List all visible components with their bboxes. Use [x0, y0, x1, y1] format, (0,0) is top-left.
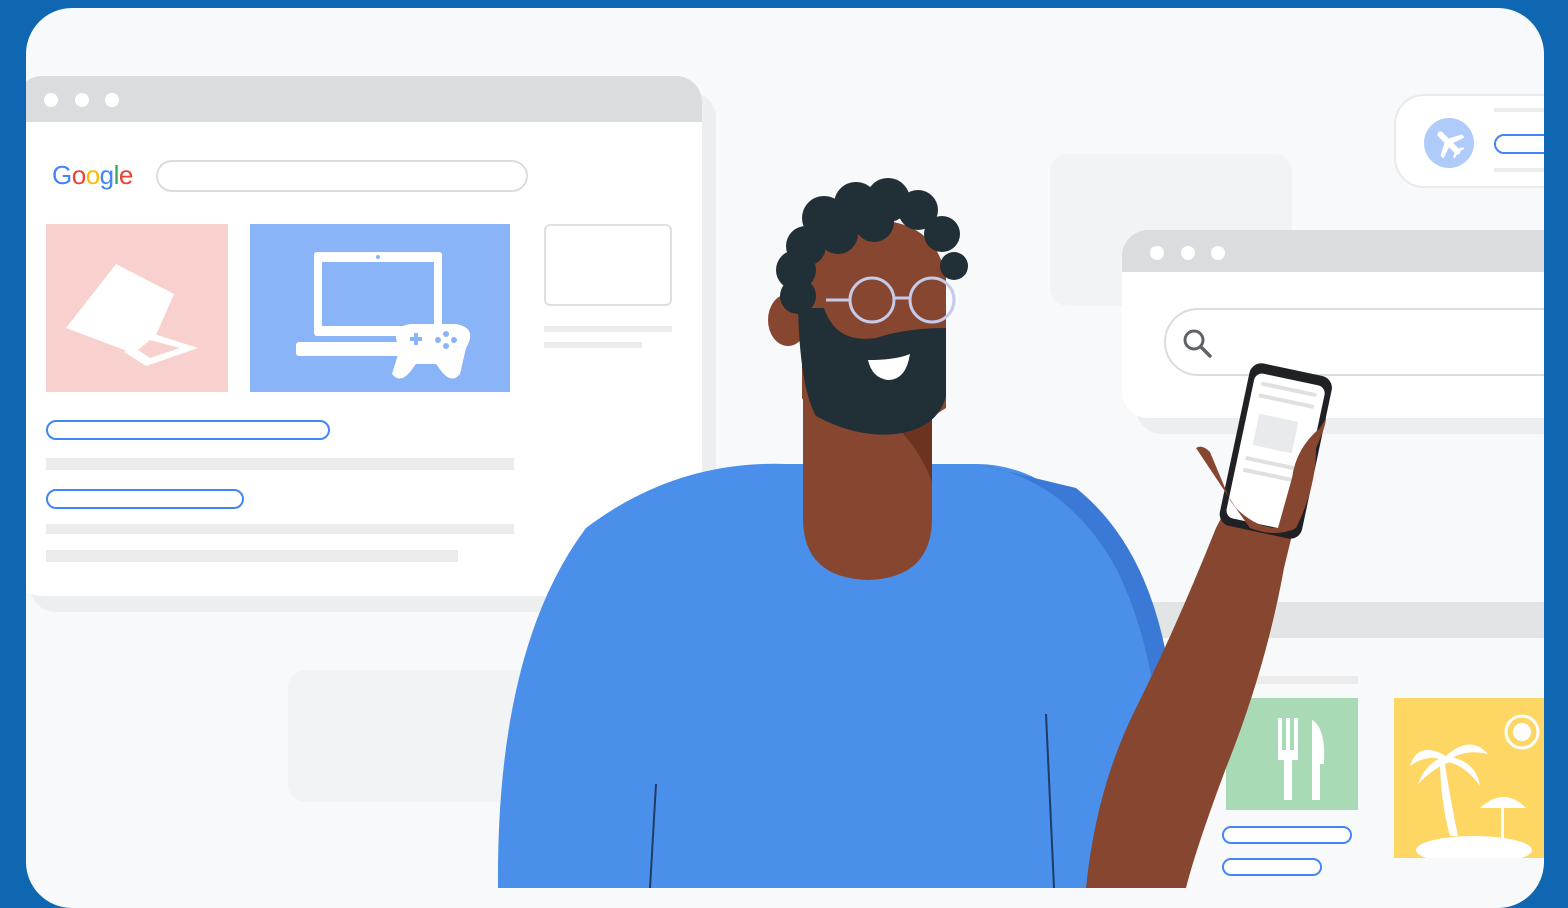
person-illustration — [497, 178, 1332, 889]
phone — [1219, 363, 1332, 539]
illustration-card: Google — [26, 8, 1544, 908]
